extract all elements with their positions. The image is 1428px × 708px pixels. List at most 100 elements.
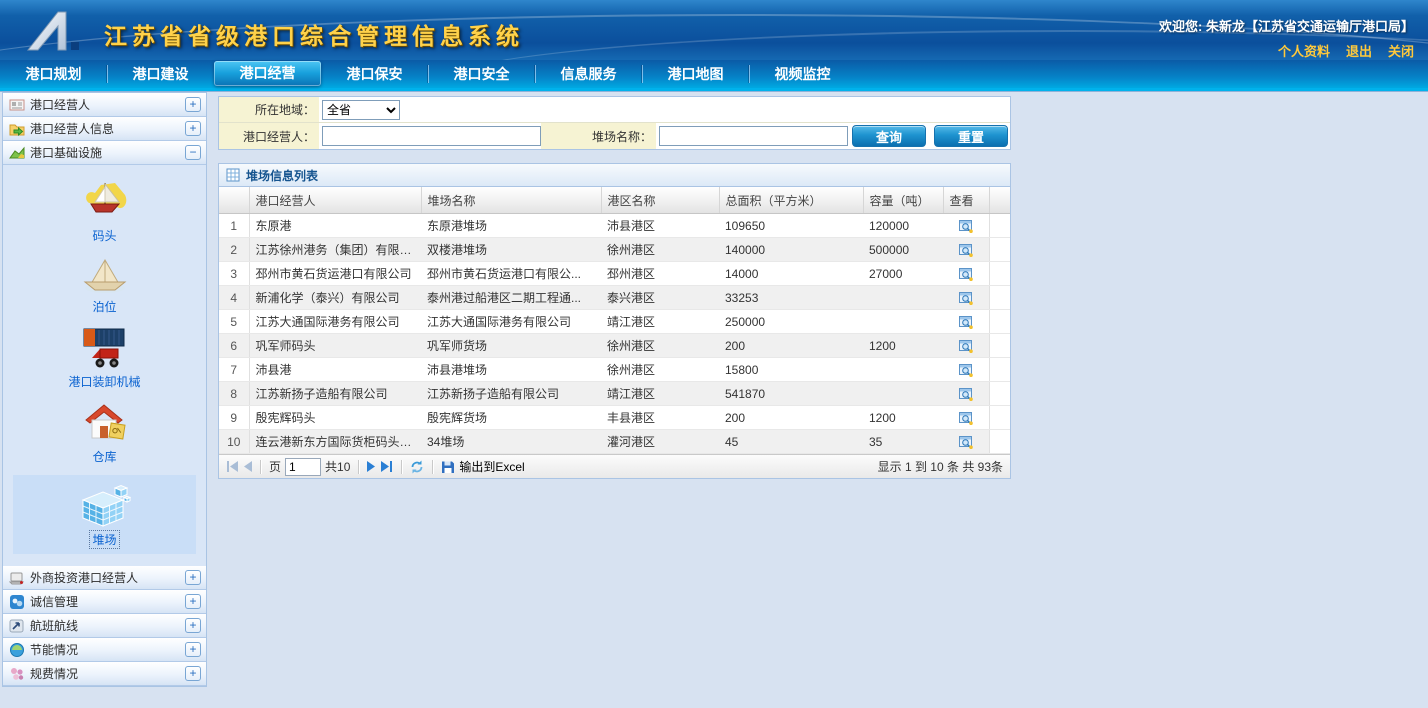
- nav-tab-4[interactable]: 港口保安: [321, 60, 428, 88]
- cell-yard-name: 双楼港堆场: [421, 238, 601, 262]
- route-icon: [9, 618, 25, 634]
- table-row: 1东原港东原港堆场沛县港区109650120000: [219, 214, 1010, 238]
- logout-link[interactable]: 退出: [1346, 44, 1372, 59]
- facility-item[interactable]: 码头: [81, 177, 129, 244]
- collapse-icon[interactable]: −: [185, 145, 201, 160]
- cell-spacer: [989, 214, 1010, 238]
- view-record-icon[interactable]: [958, 290, 974, 306]
- expand-icon[interactable]: +: [185, 642, 201, 657]
- facility-item[interactable]: 堆场: [13, 475, 196, 554]
- table-row: 2江苏徐州港务（集团）有限公司双楼港堆场徐州港区140000500000: [219, 238, 1010, 262]
- query-button[interactable]: 查询: [852, 125, 926, 147]
- profile-link[interactable]: 个人资料: [1278, 44, 1330, 59]
- col-header: 堆场名称: [421, 187, 601, 214]
- cell-spacer: [989, 262, 1010, 286]
- cell-capacity: 120000: [863, 214, 943, 238]
- sidebar-group[interactable]: 规费情况+: [3, 662, 206, 686]
- facility-item[interactable]: 泊位: [81, 254, 129, 315]
- facility-label: 泊位: [90, 298, 118, 315]
- cell-total-area: 200: [719, 406, 863, 430]
- pagination-bar: 页 共10: [219, 454, 1010, 478]
- cell-yard-name: 东原港堆场: [421, 214, 601, 238]
- nav-tab-7[interactable]: 港口地图: [642, 60, 749, 88]
- cell-view: [943, 382, 989, 406]
- cell-capacity: 35: [863, 430, 943, 454]
- view-record-icon[interactable]: [958, 434, 974, 450]
- cell-capacity: [863, 286, 943, 310]
- nav-tab-8[interactable]: 视频监控: [749, 60, 856, 88]
- sidebar-group[interactable]: 外商投资港口经营人+: [3, 566, 206, 590]
- view-record-icon[interactable]: [958, 362, 974, 378]
- table-row: 6巩军师码头巩军师货场徐州港区2001200: [219, 334, 1010, 358]
- berth-paperboat-icon: [81, 254, 129, 296]
- expand-icon[interactable]: +: [185, 97, 201, 112]
- cell-yard-name: 泰州港过船港区二期工程通...: [421, 286, 601, 310]
- close-link[interactable]: 关闭: [1388, 44, 1414, 59]
- sidebar-group[interactable]: 港口基础设施−: [3, 141, 206, 165]
- cell-capacity: [863, 382, 943, 406]
- nav-tab-2[interactable]: 港口建设: [107, 60, 214, 88]
- facility-list: 码头泊位港口装卸机械仓库堆场: [3, 165, 206, 566]
- panel-title-bar: 堆场信息列表: [219, 164, 1010, 187]
- cell-operator: 江苏大通国际港务有限公司: [249, 310, 421, 334]
- cell-port-area: 靖江港区: [601, 382, 719, 406]
- cell-total-area: 200: [719, 334, 863, 358]
- expand-icon[interactable]: +: [185, 666, 201, 681]
- reset-button[interactable]: 重置: [934, 125, 1008, 147]
- export-excel-button[interactable]: 输出到Excel: [441, 458, 524, 475]
- facility-item[interactable]: 仓库: [81, 400, 129, 465]
- prev-page-icon[interactable]: [243, 461, 252, 472]
- sidebar-group[interactable]: 港口经营人+: [3, 93, 206, 117]
- cell-spacer: [989, 430, 1010, 454]
- sidebar-group[interactable]: 航班航线+: [3, 614, 206, 638]
- view-record-icon[interactable]: [958, 242, 974, 258]
- col-header: 港口经营人: [249, 187, 421, 214]
- row-number: 3: [219, 262, 249, 286]
- first-page-icon[interactable]: [226, 461, 239, 472]
- expand-icon[interactable]: +: [185, 121, 201, 136]
- view-record-icon[interactable]: [958, 314, 974, 330]
- view-record-icon[interactable]: [958, 218, 974, 234]
- facility-label: 港口装卸机械: [66, 373, 142, 390]
- view-record-icon[interactable]: [958, 410, 974, 426]
- col-header: 容量（吨）: [863, 187, 943, 214]
- pager-divider: [432, 460, 433, 474]
- loading-machine-icon: [78, 325, 130, 371]
- facility-item[interactable]: 港口装卸机械: [66, 325, 142, 390]
- next-page-icon[interactable]: [367, 461, 376, 472]
- last-page-icon[interactable]: [380, 461, 393, 472]
- cell-total-area: 109650: [719, 214, 863, 238]
- cell-view: [943, 310, 989, 334]
- nav-tab-1[interactable]: 港口规划: [0, 60, 107, 88]
- row-number: 7: [219, 358, 249, 382]
- expand-icon[interactable]: +: [185, 594, 201, 609]
- page-number-input[interactable]: [285, 458, 321, 476]
- nav-tab-3[interactable]: 港口经营: [214, 61, 321, 86]
- row-number: 1: [219, 214, 249, 238]
- operator-input[interactable]: [322, 126, 541, 146]
- expand-icon[interactable]: +: [185, 570, 201, 585]
- refresh-icon[interactable]: [410, 460, 424, 474]
- sidebar-group[interactable]: 节能情况+: [3, 638, 206, 662]
- view-record-icon[interactable]: [958, 266, 974, 282]
- cell-capacity: [863, 358, 943, 382]
- cell-operator: 沛县港: [249, 358, 421, 382]
- cell-view: [943, 430, 989, 454]
- view-record-icon[interactable]: [958, 386, 974, 402]
- cell-capacity: 1200: [863, 334, 943, 358]
- yard-name-input[interactable]: [659, 126, 848, 146]
- col-header: 查看: [943, 187, 989, 214]
- cell-spacer: [989, 334, 1010, 358]
- sidebar-group[interactable]: 诚信管理+: [3, 590, 206, 614]
- cell-capacity: 500000: [863, 238, 943, 262]
- view-record-icon[interactable]: [958, 338, 974, 354]
- cell-port-area: 徐州港区: [601, 358, 719, 382]
- sidebar-group[interactable]: 港口经营人信息+: [3, 117, 206, 141]
- region-select[interactable]: 全省: [322, 100, 400, 120]
- expand-icon[interactable]: +: [185, 618, 201, 633]
- cell-capacity: 27000: [863, 262, 943, 286]
- storage-yard-icon: [79, 482, 131, 528]
- yard-table: 港口经营人堆场名称港区名称总面积（平方米）容量（吨）查看 1东原港东原港堆场沛县…: [219, 187, 1010, 454]
- nav-tab-6[interactable]: 信息服务: [535, 60, 642, 88]
- nav-tab-5[interactable]: 港口安全: [428, 60, 535, 88]
